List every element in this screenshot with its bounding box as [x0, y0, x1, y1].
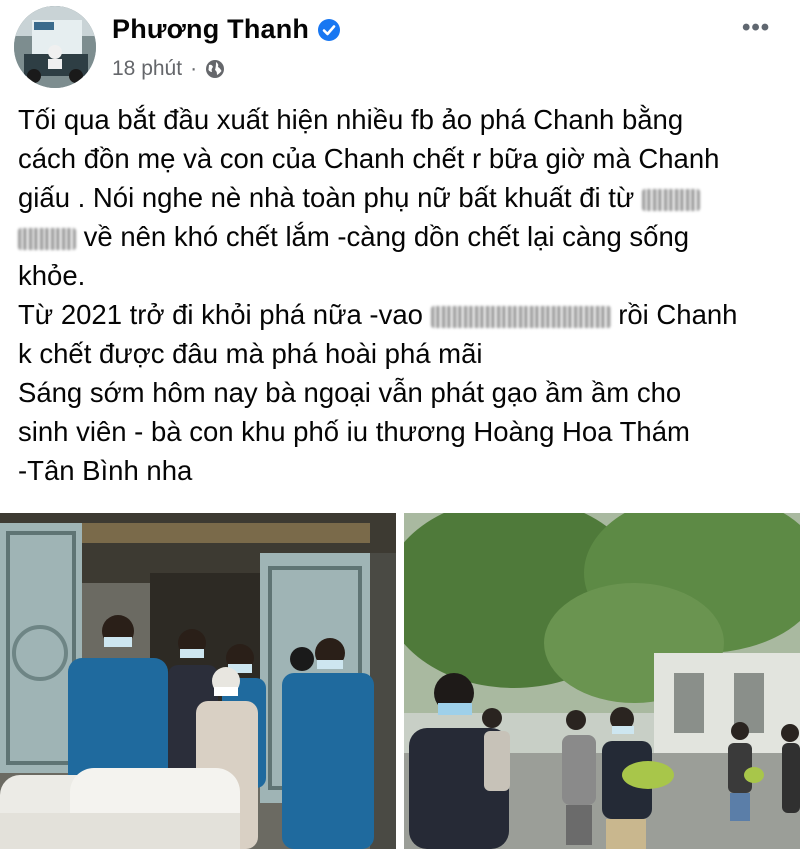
globe-icon[interactable]: [205, 59, 225, 79]
meta-separator: ·: [190, 57, 198, 80]
avatar[interactable]: [14, 6, 96, 88]
photo-right-image: [404, 513, 800, 849]
photo-left-image: [0, 513, 396, 849]
blurred-text: [18, 227, 76, 250]
post-line: sinh viên - bà con khu phố iu thương Hoà…: [18, 416, 690, 447]
author-name-text[interactable]: Phương Thanh: [112, 14, 309, 45]
post-time[interactable]: 18 phút: [112, 57, 182, 81]
post-line: cách đồn mẹ và con của Chanh chết r bữa …: [18, 143, 720, 174]
post-line: giấu . Nói nghe nè nhà toàn phụ nữ bất k…: [18, 178, 793, 217]
post-line: Từ 2021 trở đi khỏi phá nữa -vao rồi Cha…: [18, 299, 738, 330]
post-text: Tối qua bắt đầu xuất hiện nhiều fb ảo ph…: [18, 100, 793, 490]
post-line: k chết được đâu mà phá hoài phá mãi: [18, 338, 483, 369]
post-line: Tối qua bắt đầu xuất hiện nhiều fb ảo ph…: [18, 104, 684, 135]
facebook-post: Phương Thanh 18 phút · ••• Tối qua bắt đ…: [0, 0, 800, 849]
post-meta: 18 phút ·: [112, 57, 225, 81]
verified-badge-icon: [318, 18, 341, 41]
photo-right[interactable]: [404, 513, 800, 849]
author-name[interactable]: Phương Thanh: [112, 14, 341, 45]
blurred-text: [641, 188, 700, 211]
post-line: -Tân Bình nha: [18, 455, 193, 486]
more-options-button[interactable]: •••: [742, 14, 770, 42]
avatar-image: [14, 6, 96, 88]
photo-left[interactable]: [0, 513, 396, 849]
post-line: Sáng sớm hôm nay bà ngoại vẫn phát gạo ầ…: [18, 377, 682, 408]
photo-grid: [0, 513, 800, 849]
post-line: về nên khó chết lắm -càng dồn chết lại c…: [18, 217, 793, 256]
blurred-text: [430, 305, 611, 328]
post-line: khỏe.: [18, 260, 86, 291]
